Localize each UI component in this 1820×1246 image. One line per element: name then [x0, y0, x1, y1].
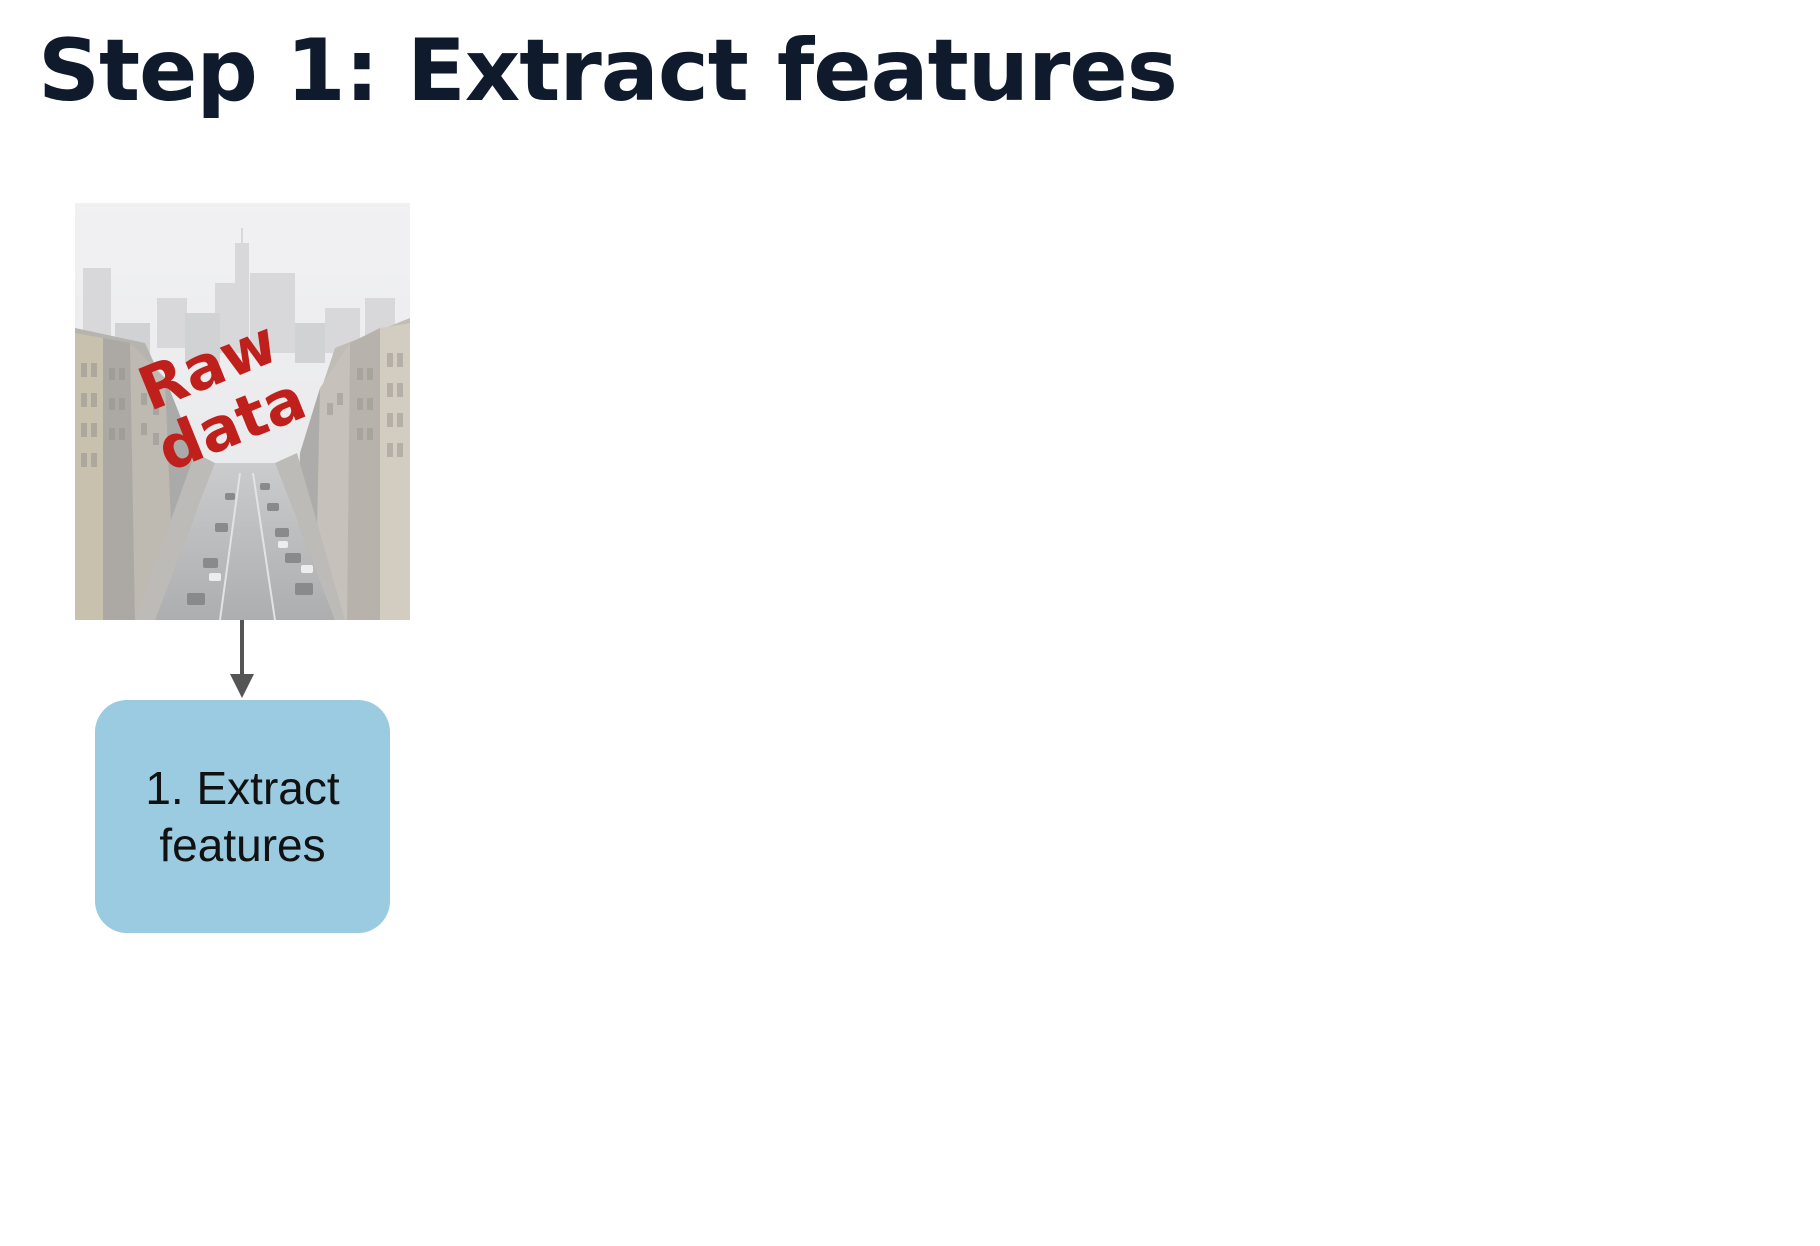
extract-features-line2: features: [159, 818, 326, 871]
slide-title: Step 1: Extract features: [38, 21, 1178, 121]
extract-features-box: 1. Extract features: [95, 700, 390, 933]
extract-features-line1: 1. Extract: [145, 762, 340, 815]
down-arrow-icon: [230, 620, 254, 698]
city-street-photo: [75, 203, 410, 620]
raw-data-image: Raw data: [75, 203, 410, 620]
